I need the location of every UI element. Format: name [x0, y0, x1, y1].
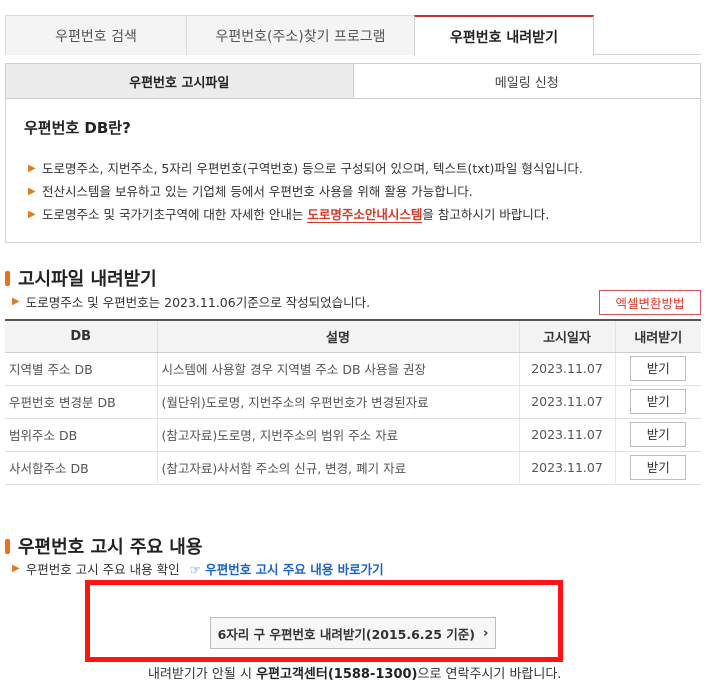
- section-title: 고시파일 내려받기: [18, 269, 157, 290]
- cell-download: 받기: [614, 418, 701, 452]
- contact-text: 으로 연락주시기 바랍니다.: [417, 667, 562, 682]
- notice-shortcut-link[interactable]: ☞ 우편번호 고시 주요 내용 바로가기: [190, 559, 384, 578]
- bullet-text: 을 참고하시기 바랍니다.: [422, 207, 550, 222]
- note-text: 도로명주소 및 우편번호는 2023.11.06기준으로 작성되었습니다.: [25, 295, 371, 310]
- road-address-system-link[interactable]: 도로명주소안내시스템: [307, 207, 423, 223]
- list-item: ▶ 도로명주소, 지번주소, 5자리 우편번호(구역번호) 등으로 구성되어 있으…: [28, 157, 583, 180]
- table-row: 범위주소 DB (참고자료)도로명, 지번주소의 범위 주소 자료 2023.1…: [5, 418, 701, 452]
- notice-note: ▶ 우편번호 고시 주요 내용 확인 ☞ 우편번호 고시 주요 내용 바로가기: [12, 559, 384, 578]
- arrow-right-icon: ▶: [28, 186, 36, 197]
- bullet-text: 도로명주소 및 국가기초구역에 대한 자세한 안내는: [42, 207, 308, 222]
- subtab-notice-file[interactable]: 우편번호 고시파일: [5, 63, 353, 99]
- table-header-row: DB 설명 고시일자 내려받기: [5, 319, 701, 353]
- contact-note: 내려받기가 안될 시 우편고객센터(1588-1300)으로 연락주시기 바랍니…: [148, 663, 561, 682]
- cell-db: 사서함주소 DB: [5, 451, 157, 485]
- info-bullet-list: ▶ 도로명주소, 지번주소, 5자리 우편번호(구역번호) 등으로 구성되어 있으…: [28, 157, 583, 226]
- cell-description: (참고자료)사서함 주소의 신규, 변경, 폐기 자료: [156, 451, 519, 485]
- download-table: DB 설명 고시일자 내려받기 지역별 주소 DB 시스템에 사용할 경우 지역…: [5, 319, 701, 485]
- tab-address-finder-program[interactable]: 우편번호(주소)찾기 프로그램: [186, 15, 415, 55]
- list-item: ▶ 전산시스템을 보유하고 있는 기업체 등에서 우편번호 사용을 위해 활용 가…: [28, 180, 583, 203]
- bullet-text: 도로명주소, 지번주소, 5자리 우편번호(구역번호) 등으로 구성되어 있으며…: [42, 161, 583, 176]
- table-row: 사서함주소 DB (참고자료)사서함 주소의 신규, 변경, 폐기 자료 202…: [5, 451, 701, 485]
- subtab-mailing-request[interactable]: 메일링 신청: [352, 63, 701, 99]
- contact-text: 내려받기가 안될 시: [148, 667, 257, 682]
- column-header-date: 고시일자: [518, 319, 615, 353]
- section-marker-icon: [5, 270, 10, 286]
- cell-download: 받기: [614, 385, 701, 419]
- cell-description: 시스템에 사용할 경우 지역별 주소 DB 사용을 권장: [156, 352, 519, 386]
- excel-conversion-button[interactable]: 엑셀변환방법: [599, 290, 701, 315]
- section-marker-icon: [5, 538, 10, 554]
- shortcut-label: 우편번호 고시 주요 내용 바로가기: [205, 562, 384, 577]
- download-button-range[interactable]: 받기: [630, 422, 687, 447]
- cell-db: 우편번호 변경분 DB: [5, 385, 157, 419]
- cell-date: 2023.11.07: [518, 352, 615, 386]
- arrow-right-icon: ▶: [12, 296, 20, 307]
- bullet-text: 전산시스템을 보유하고 있는 기업체 등에서 우편번호 사용을 위해 활용 가능…: [42, 184, 473, 199]
- download-section-heading: 고시파일 내려받기: [5, 265, 157, 291]
- download-note: ▶ 도로명주소 및 우편번호는 2023.11.06기준으로 작성되었습니다.: [12, 292, 370, 311]
- button-label: 6자리 구 우편번호 내려받기(2015.6.25 기준): [217, 626, 476, 642]
- cell-date: 2023.11.07: [518, 385, 615, 419]
- tab-postcode-download[interactable]: 우편번호 내려받기: [414, 15, 594, 56]
- arrow-right-icon: ▶: [28, 209, 36, 220]
- note-text: 우편번호 고시 주요 내용 확인: [25, 562, 180, 577]
- sub-tab-bar: 우편번호 고시파일 메일링 신청: [5, 63, 701, 99]
- top-tab-bar: 우편번호 검색 우편번호(주소)찾기 프로그램 우편번호 내려받기: [5, 15, 701, 56]
- chevron-right-icon: ›: [483, 625, 489, 641]
- download-button-regional[interactable]: 받기: [630, 356, 687, 381]
- table-row: 우편번호 변경분 DB (월단위)도로명, 지번주소의 우편번호가 변경된자료 …: [5, 385, 701, 419]
- tab-postcode-search[interactable]: 우편번호 검색: [5, 15, 187, 55]
- old-postcode-download-button[interactable]: 6자리 구 우편번호 내려받기(2015.6.25 기준) ›: [210, 617, 496, 649]
- table-row: 지역별 주소 DB 시스템에 사용할 경우 지역별 주소 DB 사용을 권장 2…: [5, 352, 701, 386]
- cell-db: 범위주소 DB: [5, 418, 157, 452]
- arrow-right-icon: ▶: [28, 163, 36, 174]
- column-header-db: DB: [5, 319, 157, 353]
- customer-center-number: 우편고객센터(1588-1300): [256, 667, 418, 682]
- download-button-pobox[interactable]: 받기: [630, 455, 687, 480]
- cell-download: 받기: [614, 352, 701, 386]
- pointing-hand-icon: ☞: [189, 562, 201, 577]
- cell-description: (참고자료)도로명, 지번주소의 범위 주소 자료: [156, 418, 519, 452]
- download-button-changes[interactable]: 받기: [630, 389, 687, 414]
- list-item: ▶ 도로명주소 및 국가기초구역에 대한 자세한 안내는 도로명주소안내시스템을 …: [28, 203, 583, 226]
- section-title: 우편번호 고시 주요 내용: [18, 537, 203, 558]
- postcode-db-info-box: 우편번호 DB란? ▶ 도로명주소, 지번주소, 5자리 우편번호(구역번호) 등…: [5, 99, 701, 243]
- cell-description: (월단위)도로명, 지번주소의 우편번호가 변경된자료: [156, 385, 519, 419]
- cell-date: 2023.11.07: [518, 418, 615, 452]
- cell-date: 2023.11.07: [518, 451, 615, 485]
- column-header-description: 설명: [156, 319, 519, 353]
- cell-db: 지역별 주소 DB: [5, 352, 157, 386]
- arrow-right-icon: ▶: [12, 563, 20, 574]
- cell-download: 받기: [614, 451, 701, 485]
- notice-section-heading: 우편번호 고시 주요 내용: [5, 533, 202, 559]
- info-title: 우편번호 DB란?: [24, 119, 131, 137]
- column-header-download: 내려받기: [614, 319, 701, 353]
